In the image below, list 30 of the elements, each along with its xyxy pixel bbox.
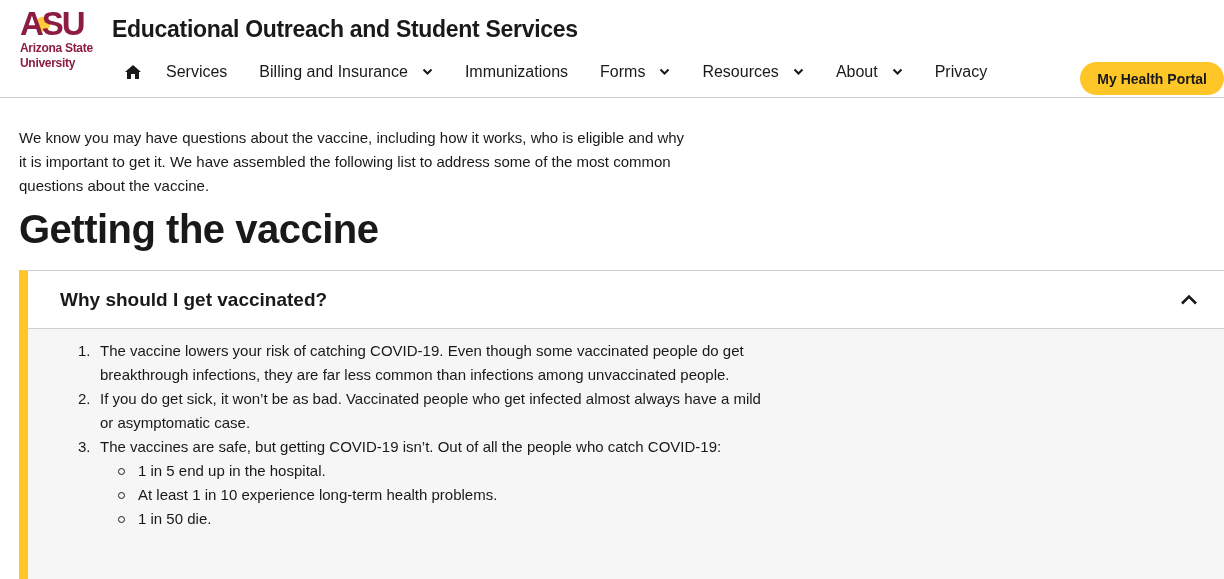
nav-link[interactable]: Privacy — [934, 63, 988, 81]
portal-button[interactable]: My Health Portal — [1080, 62, 1224, 95]
nav-link[interactable]: Forms — [600, 63, 671, 81]
accordion-title: Why should I get vaccinated? — [60, 288, 328, 311]
nav-link[interactable]: Billing and Insurance — [259, 63, 433, 81]
chevron-down-icon — [421, 68, 433, 76]
list-text: 1 in 5 end up in the hospital. — [138, 461, 326, 481]
list-number: 2. — [78, 389, 92, 409]
chevron-down-icon — [891, 68, 903, 76]
site-title: Educational Outreach and Student Services — [112, 16, 579, 43]
list-text: If you do get sick, it won’t be as bad. Vaccinated people who get infected almost always have a mild or asymptomatic case. — [100, 389, 762, 433]
intro-text: We know you may have questions about the vaccine, including how it works, who is eligible and why it is important to get it. We have assembled the following list to address some of the most common questions about the vaccine. — [19, 128, 686, 196]
university-name: University — [20, 57, 76, 70]
list-text: At least 1 in 10 experience long-term health problems. — [138, 485, 498, 505]
chevron-down-icon — [792, 68, 804, 76]
list-number: 1. — [78, 341, 92, 361]
university-name: Arizona State — [20, 42, 93, 55]
nav-link[interactable]: Resources — [702, 63, 804, 81]
nav-link[interactable]: Services — [166, 63, 228, 81]
list-text: The vaccine lowers your risk of catching COVID-19. Even though some vaccinated people do get breakthrough infections, they are far less common than infections among unvaccinated people. — [100, 341, 745, 385]
chevron-down-icon — [659, 68, 671, 76]
page-heading: Getting the vaccine — [19, 206, 380, 253]
list-text: 1 in 50 die. — [138, 509, 212, 529]
chevron-up-icon — [1180, 294, 1198, 305]
list-number: 3. — [78, 437, 92, 457]
home-icon[interactable] — [124, 64, 142, 80]
list-text: The vaccines are safe, but getting COVID-19 isn’t. Out of all the people who catch COVID-19: — [100, 437, 722, 457]
nav-link[interactable]: About — [835, 63, 903, 81]
nav-link[interactable]: Immunizations — [464, 63, 569, 81]
logo-mark[interactable]: ASU — [20, 8, 84, 40]
